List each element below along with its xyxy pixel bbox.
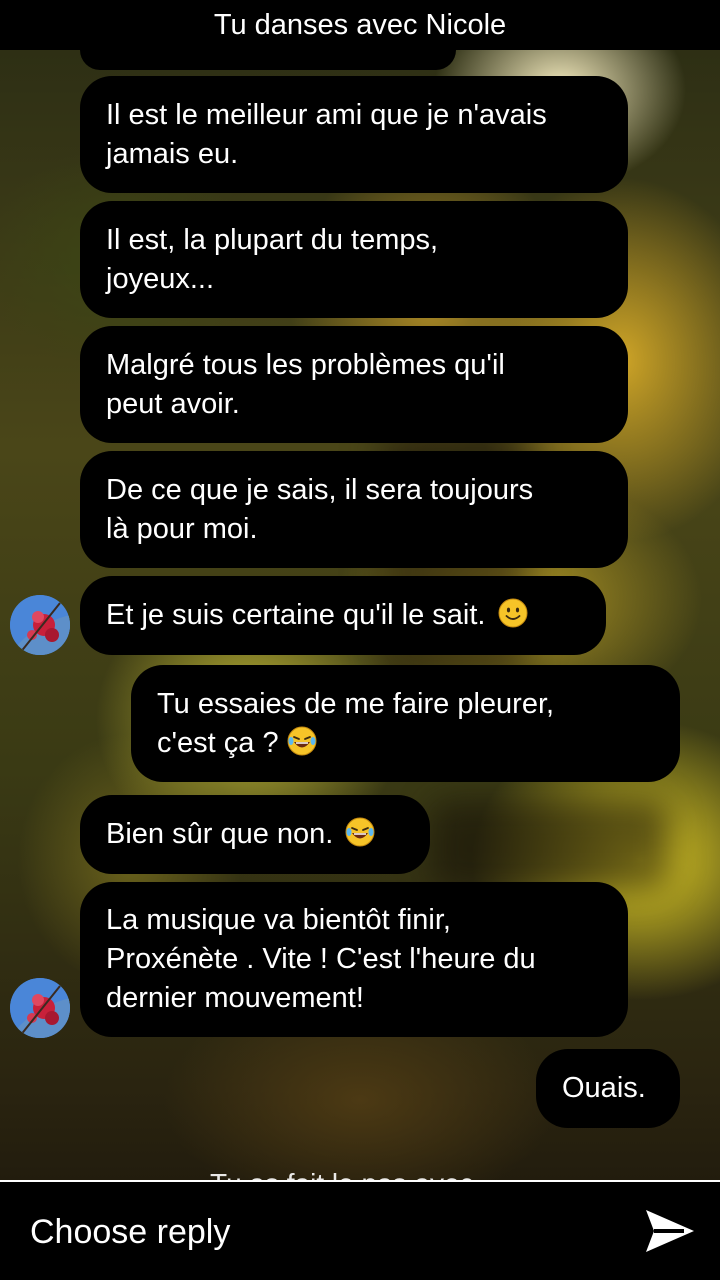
message-bubble: La musique va bientôt finir, Proxénète .… bbox=[80, 882, 628, 1037]
chat-title: Tu danses avec Nicole bbox=[213, 9, 507, 41]
laugh-cry-emoji-icon bbox=[345, 815, 375, 854]
send-arrow-icon[interactable] bbox=[644, 1208, 696, 1254]
reply-bar[interactable]: Choose reply bbox=[0, 1180, 720, 1280]
user-message-bubble: Tu essaies de me faire pleurer, c'est ça… bbox=[131, 665, 680, 782]
message-text: Ouais. bbox=[562, 1072, 646, 1104]
message-bubble: De ce que je sais, il sera toujours là p… bbox=[80, 451, 628, 568]
message-text: Malgré tous les problèmes qu'il peut avo… bbox=[106, 348, 505, 420]
chat-header: Tu danses avec Nicole bbox=[0, 0, 720, 50]
message-text: Tu essaies de me faire pleurer, c'est ça… bbox=[157, 687, 555, 759]
background-bench bbox=[430, 800, 670, 890]
message-bubble: Il est le meilleur ami que je n'avais ja… bbox=[80, 76, 628, 193]
message-bubble: Et je suis certaine qu'il le sait. bbox=[80, 576, 606, 655]
message-text: Il est, la plupart du temps, joyeux... bbox=[106, 223, 439, 295]
message-bubble: Bien sûr que non. bbox=[80, 795, 430, 874]
message-bubble: Malgré tous les problèmes qu'il peut avo… bbox=[80, 326, 628, 443]
smile-emoji-icon bbox=[498, 596, 528, 635]
status-text-partial: Tu as fait le pas avec Nicole bbox=[210, 1166, 510, 1180]
nicole-avatar bbox=[10, 978, 70, 1038]
message-text: Bien sûr que non. bbox=[106, 818, 334, 850]
nicole-avatar bbox=[10, 595, 70, 655]
user-message-bubble: Ouais. bbox=[536, 1049, 680, 1128]
message-text: Et je suis certaine qu'il le sait. bbox=[106, 599, 486, 631]
laugh-cry-emoji-icon bbox=[287, 726, 317, 759]
choose-reply-prompt[interactable]: Choose reply bbox=[30, 1210, 230, 1254]
message-text: La musique va bientôt finir, Proxénète .… bbox=[106, 904, 536, 1014]
message-bubble: Il est, la plupart du temps, joyeux... bbox=[80, 201, 628, 318]
message-text: De ce que je sais, il sera toujours là p… bbox=[106, 473, 534, 545]
message-text: Il est le meilleur ami que je n'avais ja… bbox=[106, 98, 547, 170]
